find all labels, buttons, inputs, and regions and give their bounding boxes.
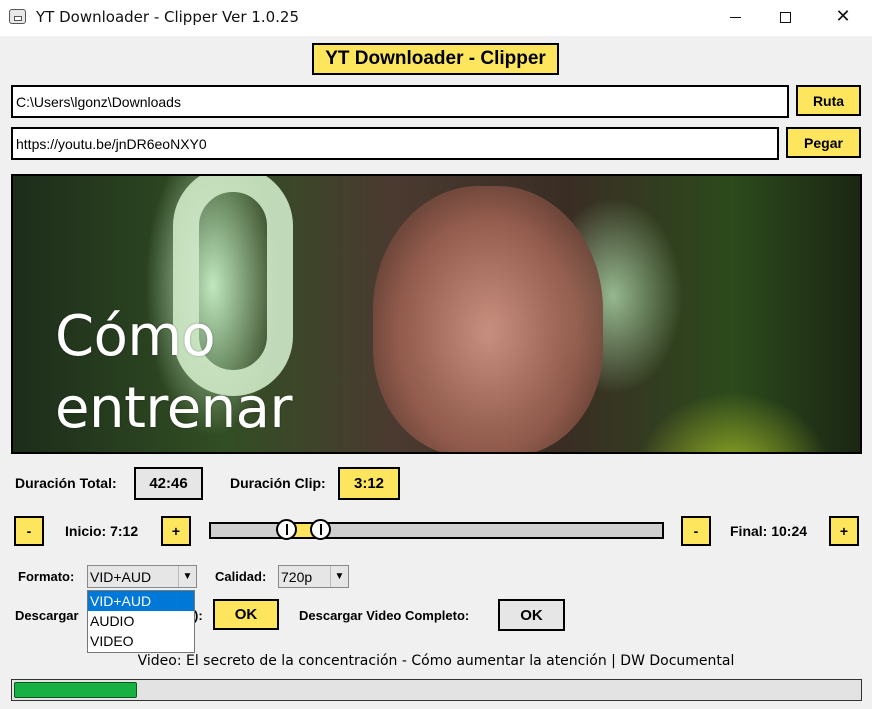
app-header-label: YT Downloader - Clipper bbox=[312, 43, 559, 75]
window-title: YT Downloader - Clipper Ver 1.0.25 bbox=[36, 8, 299, 26]
thumbnail-face-shape bbox=[373, 186, 603, 452]
download-clip-label-text: Descargar bbox=[15, 608, 79, 623]
format-option-video[interactable]: VIDEO bbox=[88, 631, 194, 651]
format-option-audio[interactable]: AUDIO bbox=[88, 611, 194, 631]
video-thumbnail: Cómo entrenar bbox=[11, 174, 862, 454]
video-title-status: Video: El secreto de la concentración - … bbox=[137, 653, 735, 669]
maximize-button[interactable] bbox=[762, 0, 808, 34]
format-dropdown-list: VID+AUD AUDIO VIDEO bbox=[87, 590, 195, 653]
download-progress-bar bbox=[11, 679, 862, 701]
pegar-button[interactable]: Pegar bbox=[786, 127, 861, 158]
video-url-input[interactable]: https://youtu.be/jnDR6eoNXY0 bbox=[11, 127, 779, 160]
start-time-label: Inicio: 7:12 bbox=[65, 523, 139, 539]
quality-select[interactable]: 720p ▼ bbox=[278, 565, 349, 588]
start-increment-button[interactable]: + bbox=[161, 516, 191, 546]
start-decrement-button[interactable]: - bbox=[14, 516, 44, 546]
app-icon bbox=[9, 9, 26, 24]
download-full-ok-button[interactable]: OK bbox=[498, 599, 565, 631]
download-clip-label: Descargar bbox=[15, 608, 79, 623]
end-decrement-button[interactable]: - bbox=[681, 516, 711, 546]
format-select-value: VID+AUD bbox=[90, 568, 152, 585]
end-increment-button[interactable]: + bbox=[829, 516, 859, 546]
clip-duration-label: Duración Clip: bbox=[230, 475, 326, 491]
format-label: Formato: bbox=[18, 569, 75, 584]
close-button[interactable]: ✕ bbox=[820, 0, 866, 34]
total-duration-label: Duración Total: bbox=[15, 475, 117, 491]
end-time-label: Final: 10:24 bbox=[730, 523, 808, 539]
clip-range-slider[interactable] bbox=[209, 519, 664, 540]
chevron-down-icon[interactable]: ▼ bbox=[178, 566, 196, 587]
download-clip-label-tail: ): bbox=[194, 608, 203, 623]
end-handle[interactable] bbox=[310, 519, 332, 540]
thumbnail-title-line2: entrenar bbox=[55, 376, 292, 441]
thumbnail-title: Cómo entrenar bbox=[55, 301, 292, 445]
ruta-button[interactable]: Ruta bbox=[796, 85, 861, 116]
maximize-icon bbox=[779, 11, 791, 23]
minimize-icon bbox=[729, 16, 741, 18]
quality-select-value: 720p bbox=[281, 568, 313, 585]
download-progress-fill bbox=[14, 682, 137, 698]
thumbnail-title-line1: Cómo bbox=[55, 304, 216, 369]
format-select[interactable]: VID+AUD ▼ bbox=[87, 565, 197, 588]
close-icon: ✕ bbox=[835, 6, 851, 27]
chevron-down-icon[interactable]: ▼ bbox=[330, 566, 348, 587]
download-clip-ok-button[interactable]: OK bbox=[213, 599, 279, 630]
title-bar: YT Downloader - Clipper Ver 1.0.25 ✕ bbox=[0, 0, 872, 36]
format-option-vid-aud[interactable]: VID+AUD bbox=[88, 591, 194, 611]
quality-label: Calidad: bbox=[215, 569, 267, 584]
minimize-button[interactable] bbox=[712, 0, 758, 34]
download-path-input[interactable]: C:\Users\lgonz\Downloads bbox=[11, 85, 789, 118]
total-duration-value: 42:46 bbox=[134, 467, 203, 500]
download-full-label: Descargar Video Completo: bbox=[299, 608, 470, 623]
clip-duration-value: 3:12 bbox=[338, 467, 400, 500]
